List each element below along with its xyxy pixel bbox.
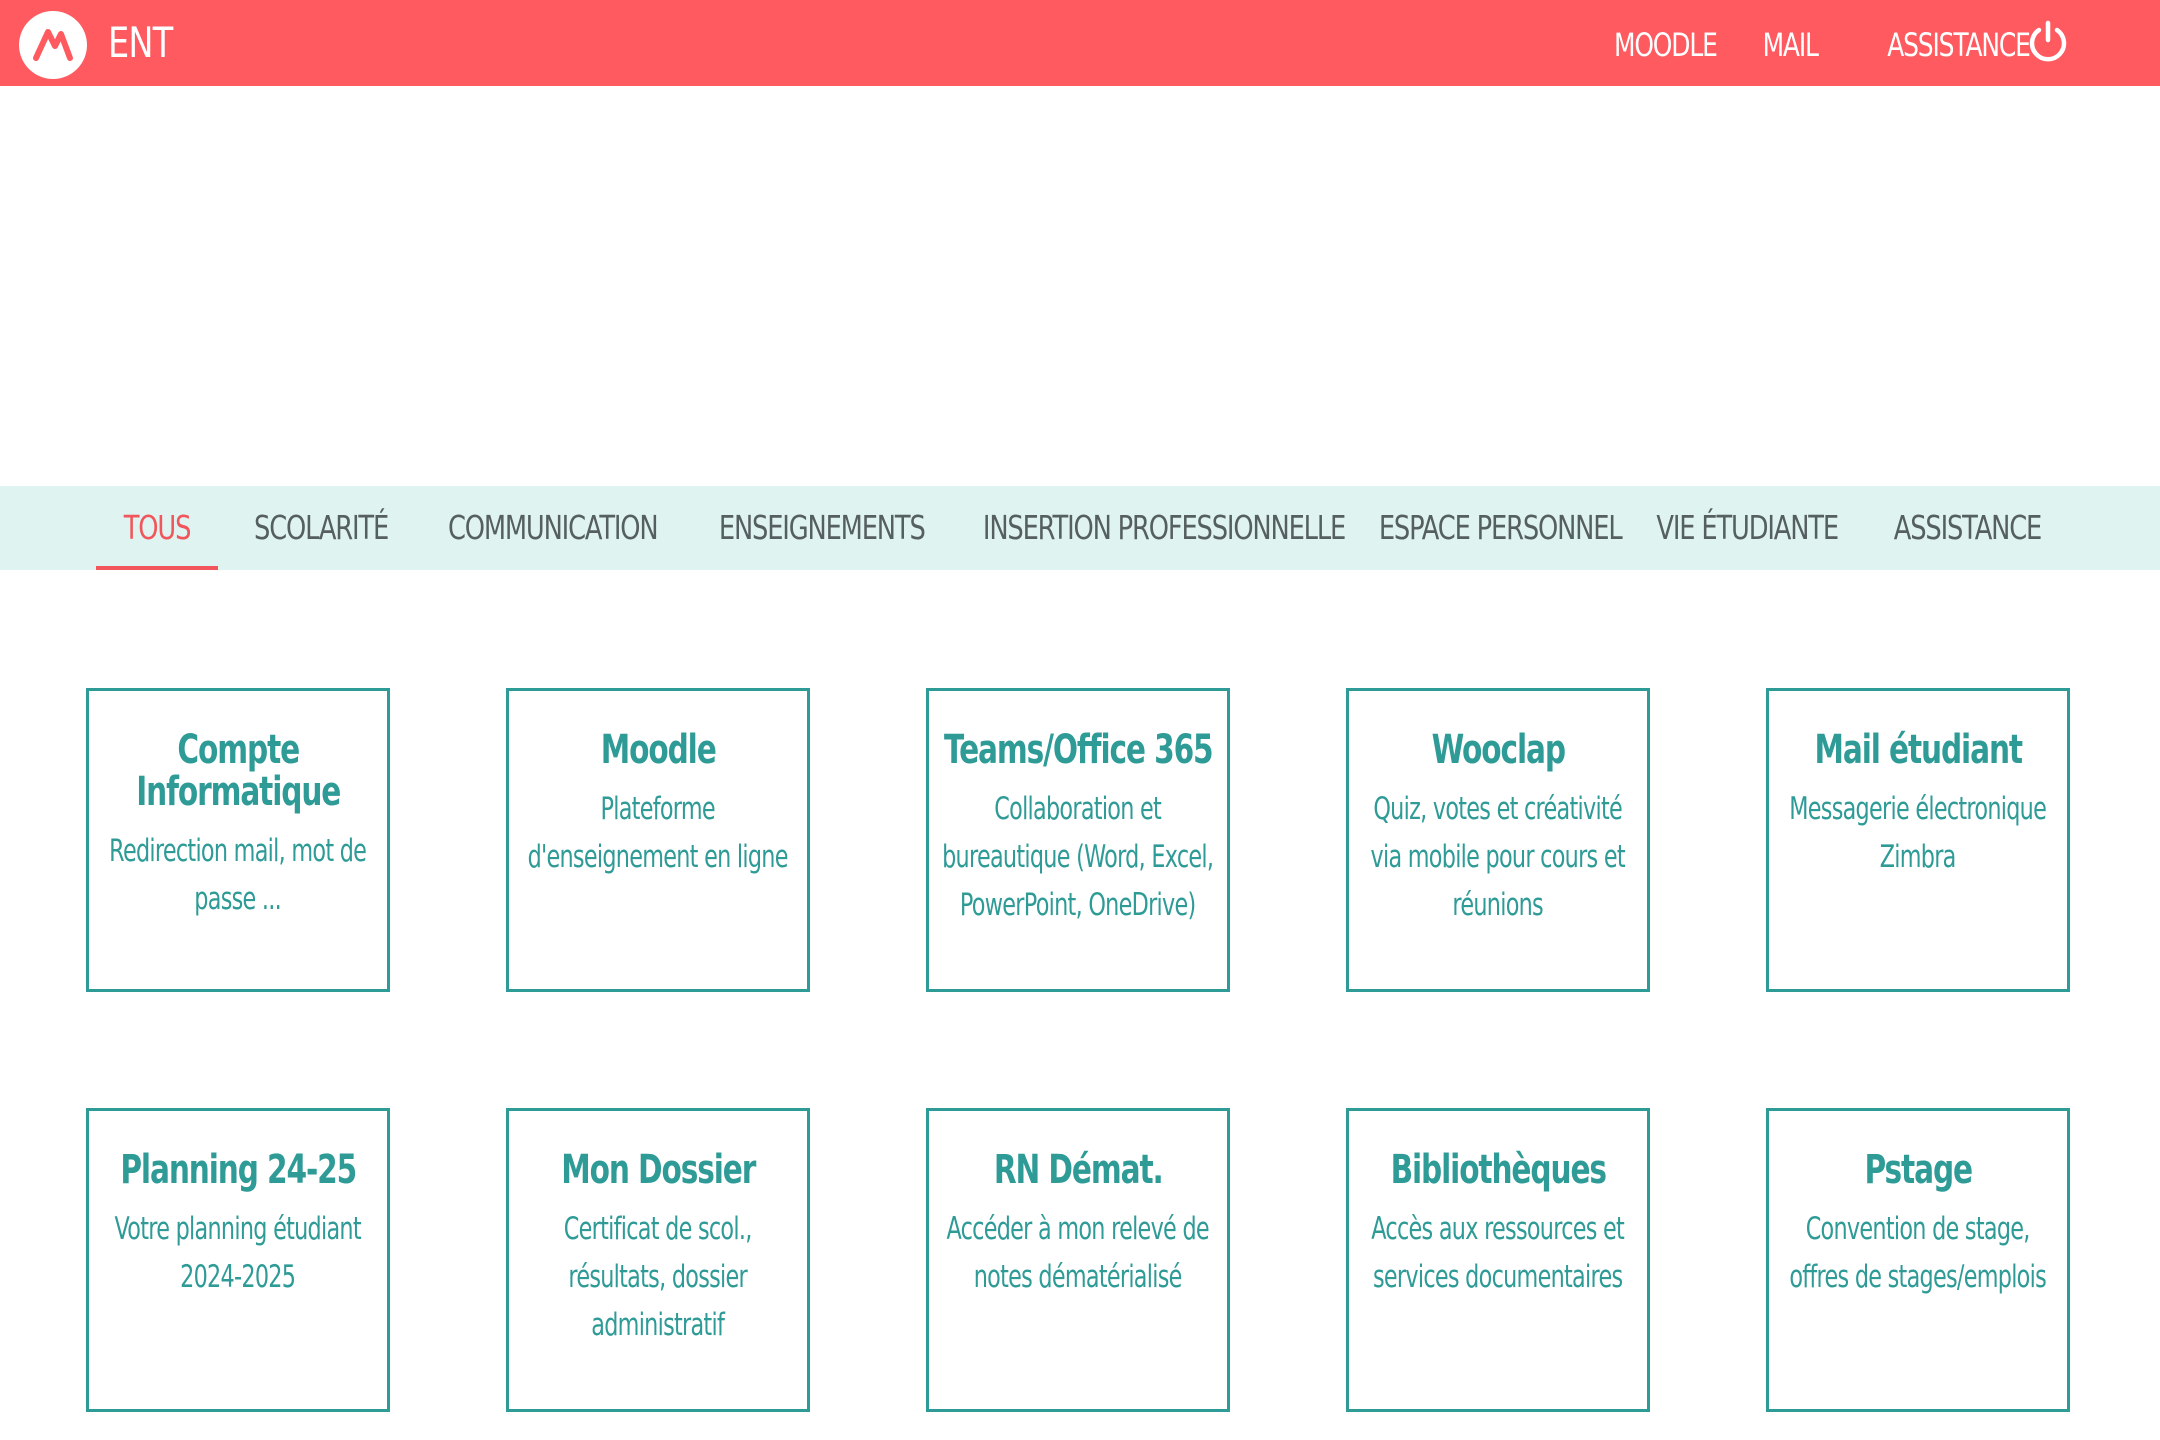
card-teams-office-365[interactable]: Teams/Office 365 Collaboration et bureau… [926, 688, 1230, 992]
card-description: Collaboration et bureautique (Word, Exce… [942, 791, 1214, 923]
app-title: ENT [108, 18, 173, 67]
card-title: Mail étudiant [1814, 727, 2023, 773]
category-tabs: TOUS SCOLARITÉ COMMUNICATION ENSEIGNEMEN… [0, 486, 2160, 570]
card-wooclap[interactable]: Wooclap Quiz, votes et créativité via mo… [1346, 688, 1650, 992]
tab-vie-etudiante[interactable]: VIE ÉTUDIANTE [1656, 486, 1839, 570]
nav-moodle-link[interactable]: MOODLE [1614, 26, 1718, 64]
card-title: Bibliothèques [1390, 1147, 1606, 1193]
card-description: Certificat de scol., résultats, dossier … [564, 1211, 753, 1343]
card-description: Accès aux ressources et services documen… [1371, 1211, 1626, 1295]
card-description: Accéder à mon relevé de notes dématérial… [946, 1211, 1210, 1295]
card-rn-demat[interactable]: RN Démat. Accéder à mon relevé de notes … [926, 1108, 1230, 1412]
card-description: Plateforme d'enseignement en ligne [527, 791, 789, 875]
tab-tous[interactable]: TOUS [109, 486, 204, 570]
card-title: Pstage [1864, 1147, 1973, 1193]
tab-communication[interactable]: COMMUNICATION [448, 486, 659, 570]
card-pstage[interactable]: Pstage Convention de stage, offres de st… [1766, 1108, 2070, 1412]
card-title: Planning 24-25 [120, 1147, 357, 1193]
card-compte-informatique[interactable]: Compte Informatique Redirection mail, mo… [86, 688, 390, 992]
card-title: Teams/Office 365 [943, 727, 1214, 773]
card-mon-dossier[interactable]: Mon Dossier Certificat de scol., résulta… [506, 1108, 810, 1412]
card-title: Compte Informatique [135, 727, 341, 815]
nav-mail-link[interactable]: MAIL [1762, 26, 1818, 64]
tab-espace-personnel[interactable]: ESPACE PERSONNEL [1379, 486, 1623, 570]
card-description: Messagerie électronique Zimbra [1789, 791, 2048, 875]
card-title: Mon Dossier [561, 1147, 756, 1193]
card-title: Wooclap [1431, 727, 1565, 773]
card-description: Redirection mail, mot de passe ... [109, 833, 367, 917]
um-logo-icon[interactable] [19, 11, 87, 79]
card-planning[interactable]: Planning 24-25 Votre planning étudiant 2… [86, 1108, 390, 1412]
card-moodle[interactable]: Moodle Plateforme d'enseignement en lign… [506, 688, 810, 992]
card-title: RN Démat. [993, 1147, 1164, 1193]
card-description: Quiz, votes et créativité via mobile pou… [1370, 791, 1626, 923]
header-bar: ENT MOODLE MAIL ASSISTANCE [0, 0, 2160, 86]
top-nav: MOODLE MAIL ASSISTANCE [1555, 20, 2031, 70]
tab-enseignements[interactable]: ENSEIGNEMENTS [719, 486, 926, 570]
tab-assistance[interactable]: ASSISTANCE [1894, 486, 2043, 570]
card-description: Convention de stage, offres de stages/em… [1789, 1211, 2047, 1295]
nav-assistance-link[interactable]: ASSISTANCE [1887, 26, 2031, 64]
active-tab-indicator [96, 566, 218, 570]
tab-insertion-professionnelle[interactable]: INSERTION PROFESSIONNELLE [983, 486, 1346, 570]
card-bibliotheques[interactable]: Bibliothèques Accès aux ressources et se… [1346, 1108, 1650, 1412]
power-icon[interactable] [2024, 18, 2072, 66]
card-mail-etudiant[interactable]: Mail étudiant Messagerie électronique Zi… [1766, 688, 2070, 992]
card-description: Votre planning étudiant 2024-2025 [114, 1211, 362, 1295]
tab-scolarite[interactable]: SCOLARITÉ [254, 486, 389, 570]
card-title: Moodle [600, 727, 717, 773]
